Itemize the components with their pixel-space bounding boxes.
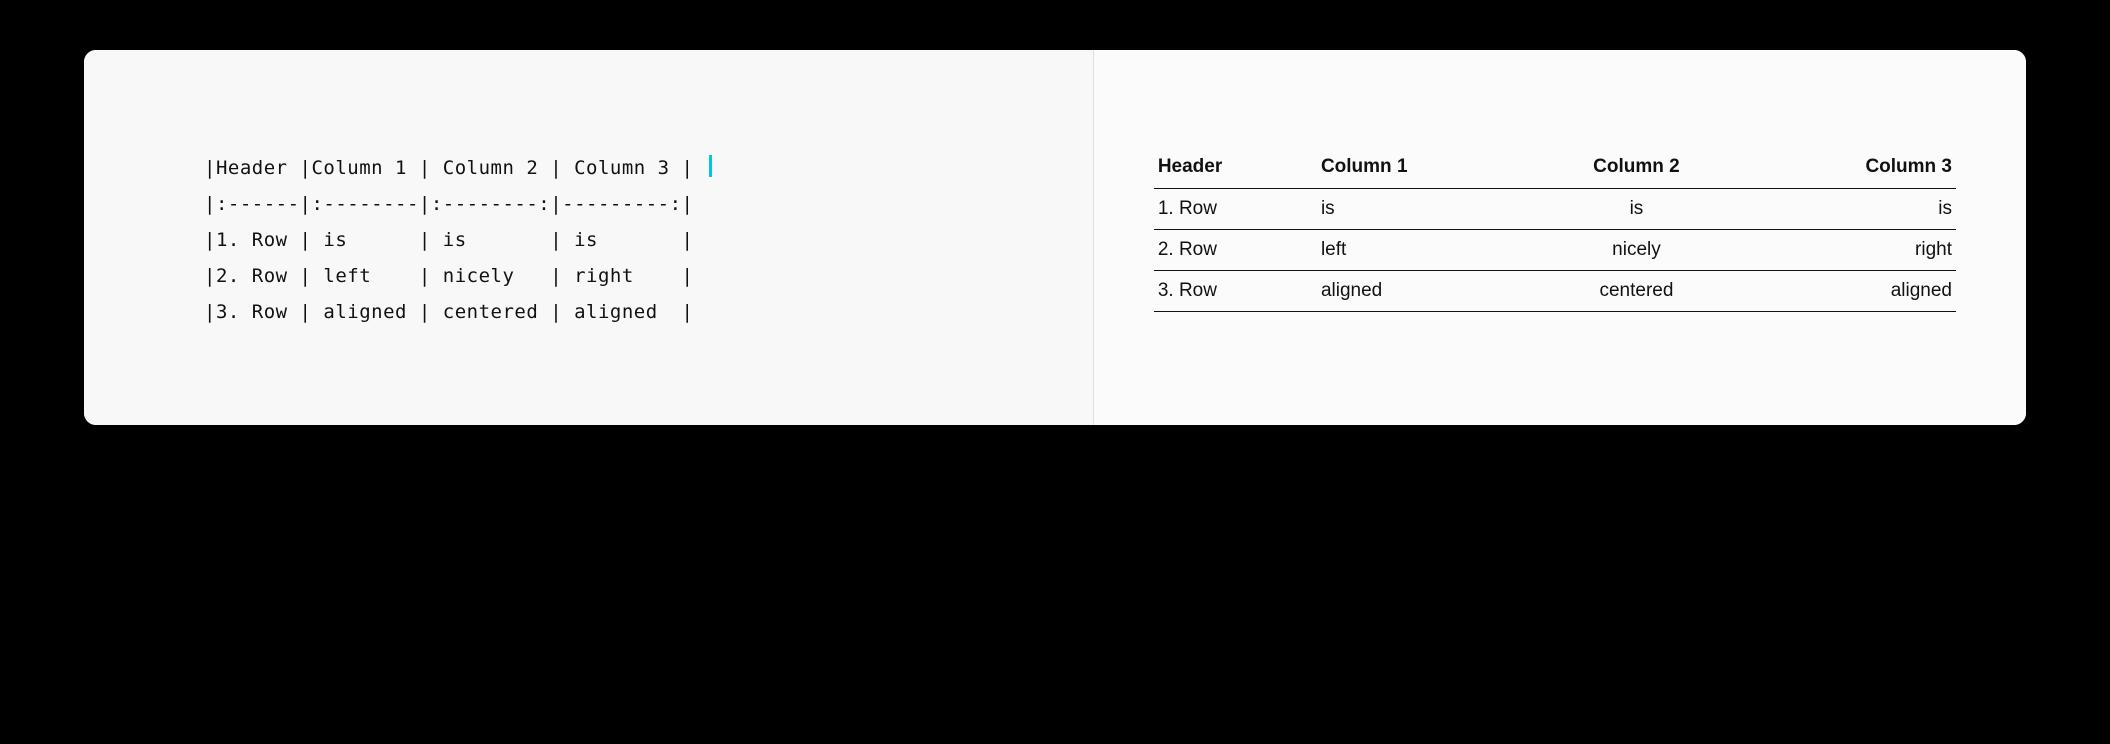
table-header-cell: Column 2 <box>1530 148 1743 189</box>
table-cell: centered <box>1530 271 1743 312</box>
markdown-preview-pane: Header Column 1 Column 2 Column 3 1. Row… <box>1094 50 2026 425</box>
table-cell: 3. Row <box>1154 271 1317 312</box>
table-cell: nicely <box>1530 230 1743 271</box>
rendered-table: Header Column 1 Column 2 Column 3 1. Row… <box>1154 148 1956 312</box>
markdown-editor-pane[interactable]: |Header |Column 1 | Column 2 | Column 3 … <box>84 50 1094 425</box>
table-cell: 1. Row <box>1154 189 1317 230</box>
table-row: 2. Row left nicely right <box>1154 230 1956 271</box>
editor-text: |2. Row | left | nicely | right | <box>204 265 694 287</box>
table-header-cell: Header <box>1154 148 1317 189</box>
editor-text: |1. Row | is | is | is | <box>204 229 694 251</box>
editor-text: |:------|:--------|:--------:|---------:… <box>204 193 694 215</box>
table-cell: 2. Row <box>1154 230 1317 271</box>
table-row: 3. Row aligned centered aligned <box>1154 271 1956 312</box>
table-row: 1. Row is is is <box>1154 189 1956 230</box>
table-header-row: Header Column 1 Column 2 Column 3 <box>1154 148 1956 189</box>
table-cell: left <box>1317 230 1530 271</box>
editor-text: |Header |Column 1 | Column 2 | Column 3 … <box>204 157 705 179</box>
table-cell: is <box>1530 189 1743 230</box>
table-cell: is <box>1317 189 1530 230</box>
table-header-cell: Column 1 <box>1317 148 1530 189</box>
table-cell: right <box>1743 230 1956 271</box>
table-cell: aligned <box>1317 271 1530 312</box>
editor-text: |3. Row | aligned | centered | aligned | <box>204 301 694 323</box>
app-card: |Header |Column 1 | Column 2 | Column 3 … <box>84 50 2026 425</box>
table-cell: is <box>1743 189 1956 230</box>
text-cursor-icon <box>709 155 712 177</box>
editor-line[interactable]: |3. Row | aligned | centered | aligned | <box>204 294 1093 330</box>
editor-line[interactable]: |1. Row | is | is | is | <box>204 222 1093 258</box>
editor-line[interactable]: |Header |Column 1 | Column 2 | Column 3 … <box>204 150 1093 186</box>
table-header-cell: Column 3 <box>1743 148 1956 189</box>
table-cell: aligned <box>1743 271 1956 312</box>
editor-line[interactable]: |2. Row | left | nicely | right | <box>204 258 1093 294</box>
editor-line[interactable]: |:------|:--------|:--------:|---------:… <box>204 186 1093 222</box>
